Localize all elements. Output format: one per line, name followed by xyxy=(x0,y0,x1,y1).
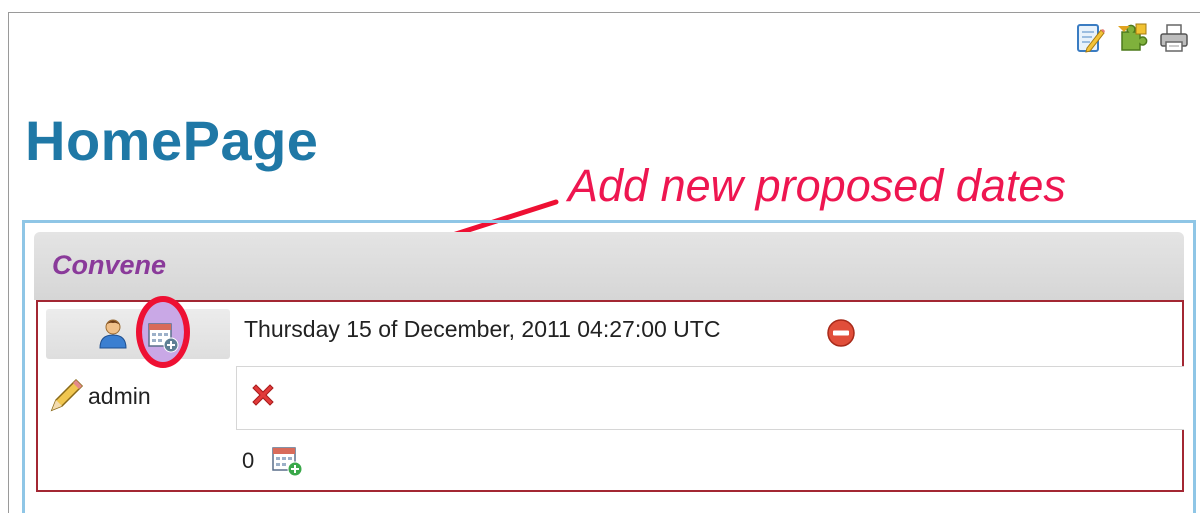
print-icon[interactable] xyxy=(1158,22,1190,54)
vote-total: 0 xyxy=(242,448,255,473)
vote-no-icon[interactable] xyxy=(248,380,278,410)
proposed-date-label: Thursday 15 of December, 2011 04:27:00 U… xyxy=(244,316,721,342)
convene-header: Convene xyxy=(34,232,1184,300)
vote-cell xyxy=(236,366,1184,430)
add-date-calendar-icon-bottom[interactable] xyxy=(270,444,304,478)
page-actions xyxy=(1074,22,1190,54)
user-icon xyxy=(99,319,127,349)
edit-participant-icon[interactable] xyxy=(48,378,84,414)
remove-date-icon[interactable] xyxy=(826,318,856,348)
participant-name: admin xyxy=(88,382,151,409)
page-title: HomePage xyxy=(25,109,319,172)
plugin-add-icon[interactable] xyxy=(1116,22,1148,54)
edit-page-icon[interactable] xyxy=(1074,22,1106,54)
convene-title: Convene xyxy=(52,250,167,280)
add-date-calendar-icon[interactable] xyxy=(146,320,180,354)
participant-row: admin xyxy=(48,378,151,414)
annotation-text: Add new proposed dates xyxy=(568,160,1066,211)
